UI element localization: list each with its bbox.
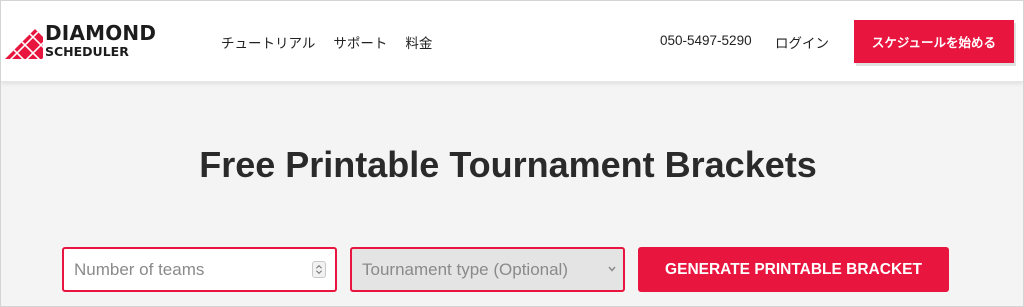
tournament-type-label: Tournament type (Optional)	[362, 260, 568, 279]
page-title: Free Printable Tournament Brackets	[199, 144, 817, 185]
login-link[interactable]: ログイン	[775, 32, 829, 52]
site-header: DIAMOND SCHEDULER チュートリアル サポート 料金 050-54…	[1, 1, 1023, 82]
diamond-grid-icon	[5, 29, 43, 59]
chevron-down-icon	[608, 266, 616, 272]
main-nav: チュートリアル サポート 料金	[221, 32, 432, 52]
phone-link[interactable]: 050-5497-5290	[660, 33, 752, 48]
logo-subtitle: SCHEDULER	[45, 44, 129, 59]
nav-support-link[interactable]: サポート	[333, 32, 387, 52]
number-spinner-icon[interactable]	[312, 261, 326, 278]
tournament-type-select[interactable]: Tournament type (Optional)	[350, 247, 625, 292]
generate-bracket-button[interactable]: GENERATE PRINTABLE BRACKET	[638, 247, 949, 292]
logo[interactable]: DIAMOND SCHEDULER	[5, 19, 185, 63]
number-of-teams-field[interactable]	[62, 247, 337, 292]
page: DIAMOND SCHEDULER チュートリアル サポート 料金 050-54…	[0, 0, 1024, 307]
logo-title: DIAMOND	[45, 21, 157, 45]
start-schedule-button[interactable]: スケジュールを始める	[854, 20, 1014, 63]
nav-tutorial-link[interactable]: チュートリアル	[221, 32, 315, 52]
number-of-teams-input[interactable]	[64, 249, 335, 290]
nav-pricing-link[interactable]: 料金	[405, 32, 432, 52]
